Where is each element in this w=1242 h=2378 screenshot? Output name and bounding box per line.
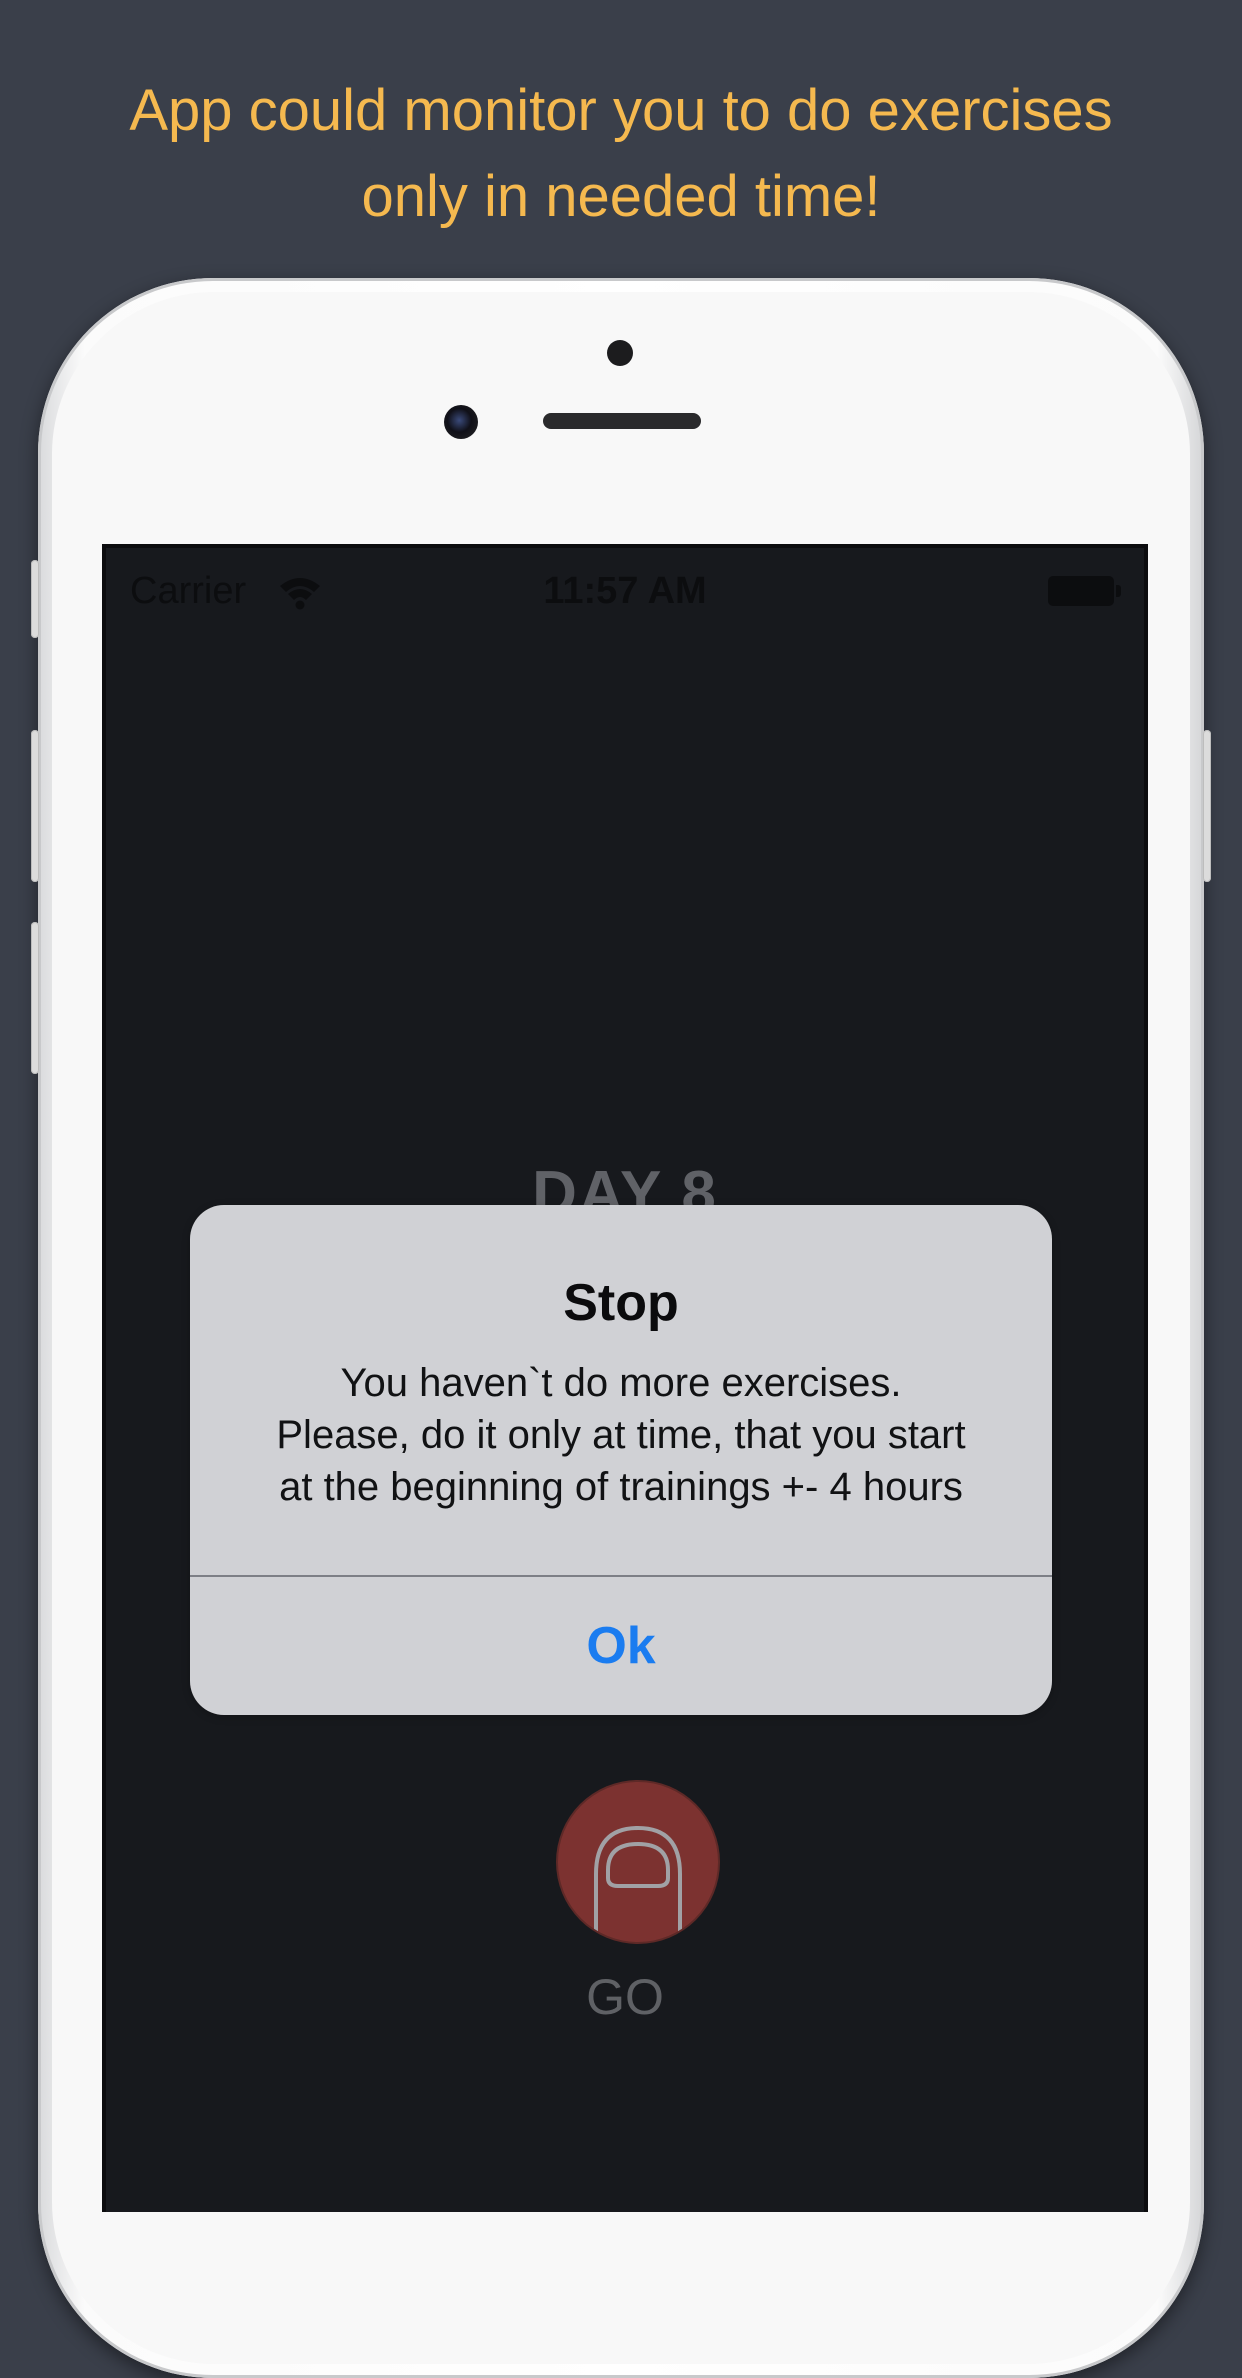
earpiece-speaker [543,413,701,429]
volume-up-button [31,730,39,882]
mute-switch [31,560,39,638]
volume-down-button [31,922,39,1074]
headline-line-1: App could monitor you to do exercises [129,78,1113,143]
alert-dialog: Stop You haven`t do more exercises. Plea… [190,1205,1052,1715]
alert-message-line: at the beginning of trainings +- 4 hours [279,1465,963,1509]
alert-message-line: Please, do it only at time, that you sta… [276,1413,966,1457]
proximity-sensor [607,340,633,366]
alert-message-line: You haven`t do more exercises. [340,1361,902,1405]
headline: App could monitor you to do exercises on… [60,68,1182,240]
headline-line-2: only in needed time! [361,164,881,229]
front-camera [444,405,478,439]
alert-title: Stop [563,1274,679,1332]
power-button [1203,730,1211,882]
alert-message: You haven`t do more exercises. Please, d… [230,1357,1012,1513]
ok-button[interactable]: Ok [190,1577,1052,1715]
